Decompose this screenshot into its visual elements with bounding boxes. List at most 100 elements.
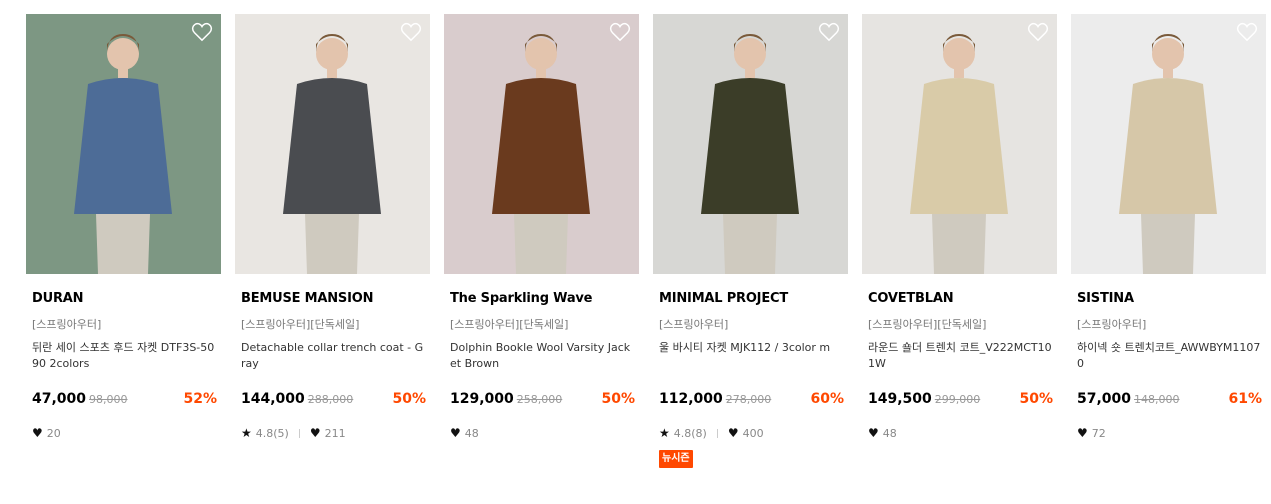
- product-meta: ★ 4.8(8) ♥ 400: [659, 426, 764, 440]
- wishlist-heart-icon[interactable]: [818, 22, 840, 42]
- product-image[interactable]: [26, 14, 221, 274]
- sale-price: 57,000: [1077, 391, 1132, 407]
- sale-price: 129,000: [450, 391, 514, 407]
- product-name[interactable]: 뒤란 세이 스포츠 후드 자켓 DTF3S-5090 2colors: [32, 340, 218, 372]
- sale-price: 112,000: [659, 391, 723, 407]
- product-image[interactable]: [1071, 14, 1266, 274]
- likes: ♥ 48: [450, 427, 479, 440]
- product-photo: [862, 14, 1057, 274]
- rating: ★ 4.8(8): [659, 427, 707, 440]
- price: 47,000 98,000: [32, 391, 128, 407]
- product-name[interactable]: 울 바시티 자켓 MJK112 / 3color m: [659, 340, 845, 356]
- product-category: [스프링아우터][단독세일]: [241, 318, 360, 331]
- discount-rate: 60%: [810, 391, 844, 407]
- brand-name[interactable]: SISTINA: [1077, 291, 1134, 306]
- product-photo: [235, 14, 430, 274]
- product-category: [스프링아우터]: [1077, 318, 1147, 331]
- product-name[interactable]: Dolphin Bookle Wool Varsity Jacket Brown: [450, 340, 636, 372]
- product-meta: ♥ 48: [450, 426, 479, 440]
- likes: ♥ 20: [32, 427, 61, 440]
- price: 149,500 299,000: [868, 391, 980, 407]
- wishlist-heart-icon[interactable]: [609, 22, 631, 42]
- likes: ♥ 211: [310, 427, 346, 440]
- sale-price: 149,500: [868, 391, 932, 407]
- likes: ♥ 48: [868, 427, 897, 440]
- product-image[interactable]: [862, 14, 1057, 274]
- product-card[interactable]: The Sparkling Wave [스프링아우터][단독세일] Dolphi…: [444, 14, 639, 440]
- original-price: 288,000: [307, 393, 354, 406]
- product-name[interactable]: 라운드 숄더 트렌치 코트_V222MCT101W: [868, 340, 1054, 372]
- product-image[interactable]: [444, 14, 639, 274]
- rating-value: 4.8(5): [255, 426, 289, 440]
- heart-filled-icon: ♥: [1077, 426, 1088, 440]
- price: 129,000 258,000: [450, 391, 562, 407]
- price: 144,000 288,000: [241, 391, 353, 407]
- discount-rate: 50%: [392, 391, 426, 407]
- product-photo: [26, 14, 221, 274]
- product-meta: ★ 4.8(5) ♥ 211: [241, 426, 346, 440]
- product-meta: ♥ 20: [32, 426, 61, 440]
- brand-name[interactable]: COVETBLAN: [868, 291, 954, 306]
- wishlist-heart-icon[interactable]: [400, 22, 422, 42]
- heart-filled-icon: ♥: [32, 426, 43, 440]
- likes-count: 400: [742, 426, 764, 440]
- product-category: [스프링아우터]: [32, 318, 102, 331]
- product-card[interactable]: BEMUSE MANSION [스프링아우터][단독세일] Detachable…: [235, 14, 430, 440]
- wishlist-heart-icon[interactable]: [191, 22, 213, 42]
- discount-rate: 52%: [183, 391, 217, 407]
- product-card[interactable]: MINIMAL PROJECT [스프링아우터] 울 바시티 자켓 MJK112…: [653, 14, 848, 468]
- divider: [298, 428, 300, 438]
- sale-price: 47,000: [32, 391, 87, 407]
- original-price: 278,000: [725, 393, 772, 406]
- brand-name[interactable]: DURAN: [32, 291, 84, 306]
- product-meta: ♥ 72: [1077, 426, 1106, 440]
- product-category: [스프링아우터][단독세일]: [868, 318, 987, 331]
- product-photo: [653, 14, 848, 274]
- product-card[interactable]: SISTINA [스프링아우터] 하이넥 숏 트렌치코트_AWWBYM11070…: [1071, 14, 1266, 440]
- wishlist-heart-icon[interactable]: [1236, 22, 1258, 42]
- original-price: 98,000: [89, 393, 128, 406]
- product-category: [스프링아우터]: [659, 318, 729, 331]
- product-name[interactable]: 하이넥 숏 트렌치코트_AWWBYM11070: [1077, 340, 1263, 372]
- product-meta: ♥ 48: [868, 426, 897, 440]
- brand-name[interactable]: MINIMAL PROJECT: [659, 291, 788, 306]
- discount-rate: 50%: [601, 391, 635, 407]
- divider: [716, 428, 718, 438]
- rating-value: 4.8(8): [673, 426, 707, 440]
- product-photo: [1071, 14, 1266, 274]
- price: 57,000 148,000: [1077, 391, 1180, 407]
- likes: ♥ 400: [728, 427, 764, 440]
- heart-filled-icon: ♥: [309, 426, 321, 440]
- wishlist-heart-icon[interactable]: [1027, 22, 1049, 42]
- sale-price: 144,000: [241, 391, 305, 407]
- price: 112,000 278,000: [659, 391, 771, 407]
- likes-count: 48: [464, 426, 479, 440]
- likes: ♥ 72: [1077, 427, 1106, 440]
- likes-count: 20: [46, 426, 61, 440]
- product-category: [스프링아우터][단독세일]: [450, 318, 569, 331]
- product-image[interactable]: [235, 14, 430, 274]
- heart-filled-icon: ♥: [450, 426, 461, 440]
- brand-name[interactable]: The Sparkling Wave: [450, 291, 593, 306]
- heart-filled-icon: ♥: [727, 426, 739, 440]
- likes-count: 72: [1091, 426, 1106, 440]
- star-icon: ★: [241, 426, 252, 440]
- original-price: 148,000: [1134, 393, 1180, 406]
- original-price: 299,000: [934, 393, 981, 406]
- rating: ★ 4.8(5): [241, 427, 289, 440]
- new-season-badge: 뉴시즌: [659, 450, 693, 468]
- product-card[interactable]: COVETBLAN [스프링아우터][단독세일] 라운드 숄더 트렌치 코트_V…: [862, 14, 1057, 440]
- product-name[interactable]: Detachable collar trench coat - Gray: [241, 340, 427, 372]
- likes-count: 48: [882, 426, 897, 440]
- star-icon: ★: [659, 426, 670, 440]
- product-card[interactable]: DURAN [스프링아우터] 뒤란 세이 스포츠 후드 자켓 DTF3S-509…: [26, 14, 221, 440]
- brand-name[interactable]: BEMUSE MANSION: [241, 291, 373, 306]
- product-grid: DURAN [스프링아우터] 뒤란 세이 스포츠 후드 자켓 DTF3S-509…: [26, 14, 1266, 468]
- product-photo: [444, 14, 639, 274]
- likes-count: 211: [324, 426, 346, 440]
- discount-rate: 50%: [1019, 391, 1053, 407]
- discount-rate: 61%: [1228, 391, 1262, 407]
- original-price: 258,000: [516, 393, 563, 406]
- heart-filled-icon: ♥: [868, 426, 879, 440]
- product-image[interactable]: [653, 14, 848, 274]
